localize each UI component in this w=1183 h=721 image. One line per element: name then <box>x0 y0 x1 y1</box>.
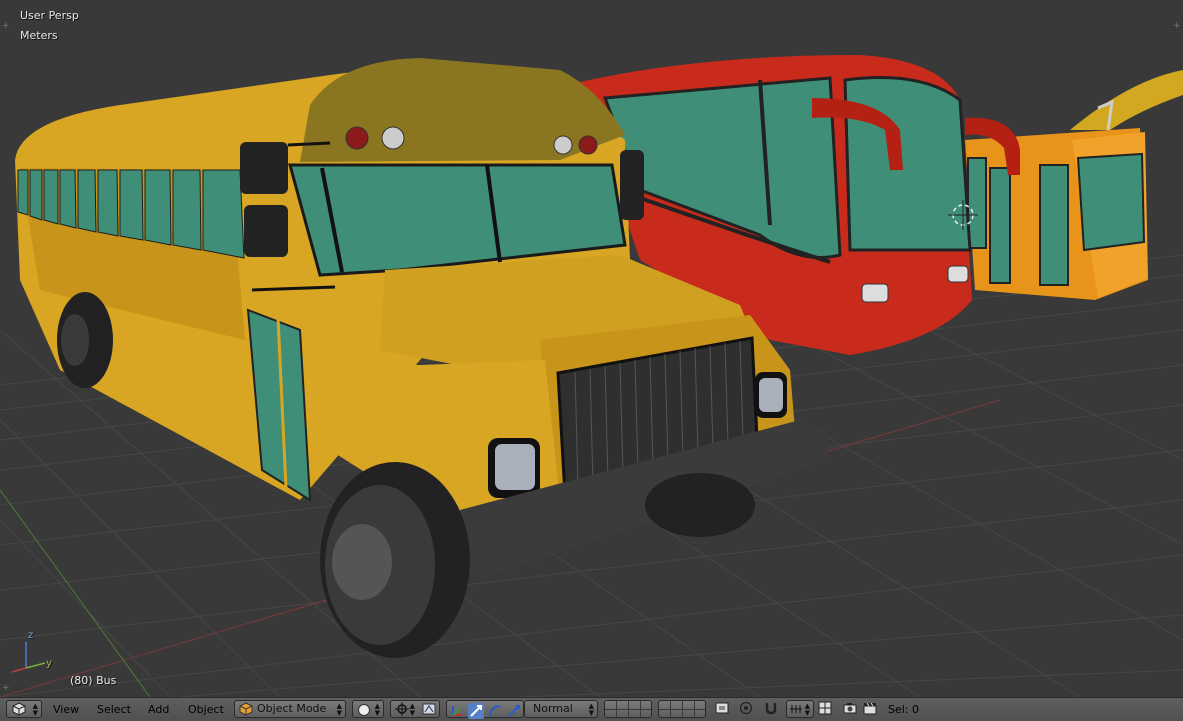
snap-element-selector[interactable]: ▲ ▼ <box>786 700 814 718</box>
pivot-point-selector[interactable]: ▲ ▼ <box>390 700 440 718</box>
transform-orientation-selector[interactable]: Normal ▲ ▼ <box>524 700 598 718</box>
rotate-arc-icon[interactable] <box>487 703 503 719</box>
active-object-label: (80) Bus <box>70 674 117 687</box>
mode-selector[interactable]: Object Mode ▲ ▼ <box>234 700 346 718</box>
units-label: Meters <box>20 29 58 42</box>
viewport-shading-selector[interactable]: ▲ ▼ <box>352 700 384 718</box>
snap-increment-icon <box>790 705 802 713</box>
z-axis-label: z <box>28 630 34 641</box>
selection-count: Sel: 0 <box>888 703 920 716</box>
corner-plus-icon[interactable]: + <box>2 22 10 31</box>
select-menu[interactable]: Select <box>97 702 131 718</box>
view-menu[interactable]: View <box>53 702 79 718</box>
scene-canvas[interactable] <box>0 0 1183 697</box>
axis-widget <box>11 642 46 673</box>
3d-viewport[interactable]: z y User Persp Meters (80) Bus + + + <box>0 0 1183 697</box>
corner-plus-icon[interactable]: + <box>2 684 10 693</box>
corner-plus-icon[interactable]: + <box>1173 22 1181 31</box>
layers-group-1[interactable] <box>604 700 652 718</box>
add-menu[interactable]: Add <box>148 702 169 718</box>
3d-view-header: ▲ ▼ View Select Add Object Object Mode ▲ ▼… <box>0 697 1183 721</box>
editor-type-selector[interactable]: ▲ ▼ <box>6 700 42 718</box>
pivot-icon <box>395 702 409 716</box>
pivot-only-origins-icon[interactable] <box>422 702 436 716</box>
orientation-label: Normal <box>533 702 573 715</box>
transform-manipulator-icon[interactable] <box>449 703 465 719</box>
mode-label: Object Mode <box>257 702 327 715</box>
cube-icon <box>12 702 26 716</box>
magnet-icon[interactable] <box>763 700 779 716</box>
translate-arrow-icon[interactable] <box>468 703 484 719</box>
manipulator-toggle-group <box>446 700 524 719</box>
camera-icon[interactable] <box>842 700 858 716</box>
snap-target-icon[interactable] <box>817 700 833 716</box>
lock-camera-icon[interactable] <box>714 700 730 716</box>
proportional-edit-icon[interactable] <box>738 700 754 716</box>
object-menu[interactable]: Object <box>188 702 224 718</box>
far-bus <box>1070 70 1183 130</box>
layers-group-2[interactable] <box>658 700 706 718</box>
clapperboard-icon[interactable] <box>862 700 878 716</box>
y-axis-label: y <box>46 658 52 669</box>
y-axis-line <box>0 489 151 697</box>
view-name-label: User Persp <box>20 9 79 22</box>
object-mode-cube-icon <box>239 702 253 716</box>
scale-icon[interactable] <box>506 703 522 719</box>
sphere-icon <box>358 704 370 716</box>
